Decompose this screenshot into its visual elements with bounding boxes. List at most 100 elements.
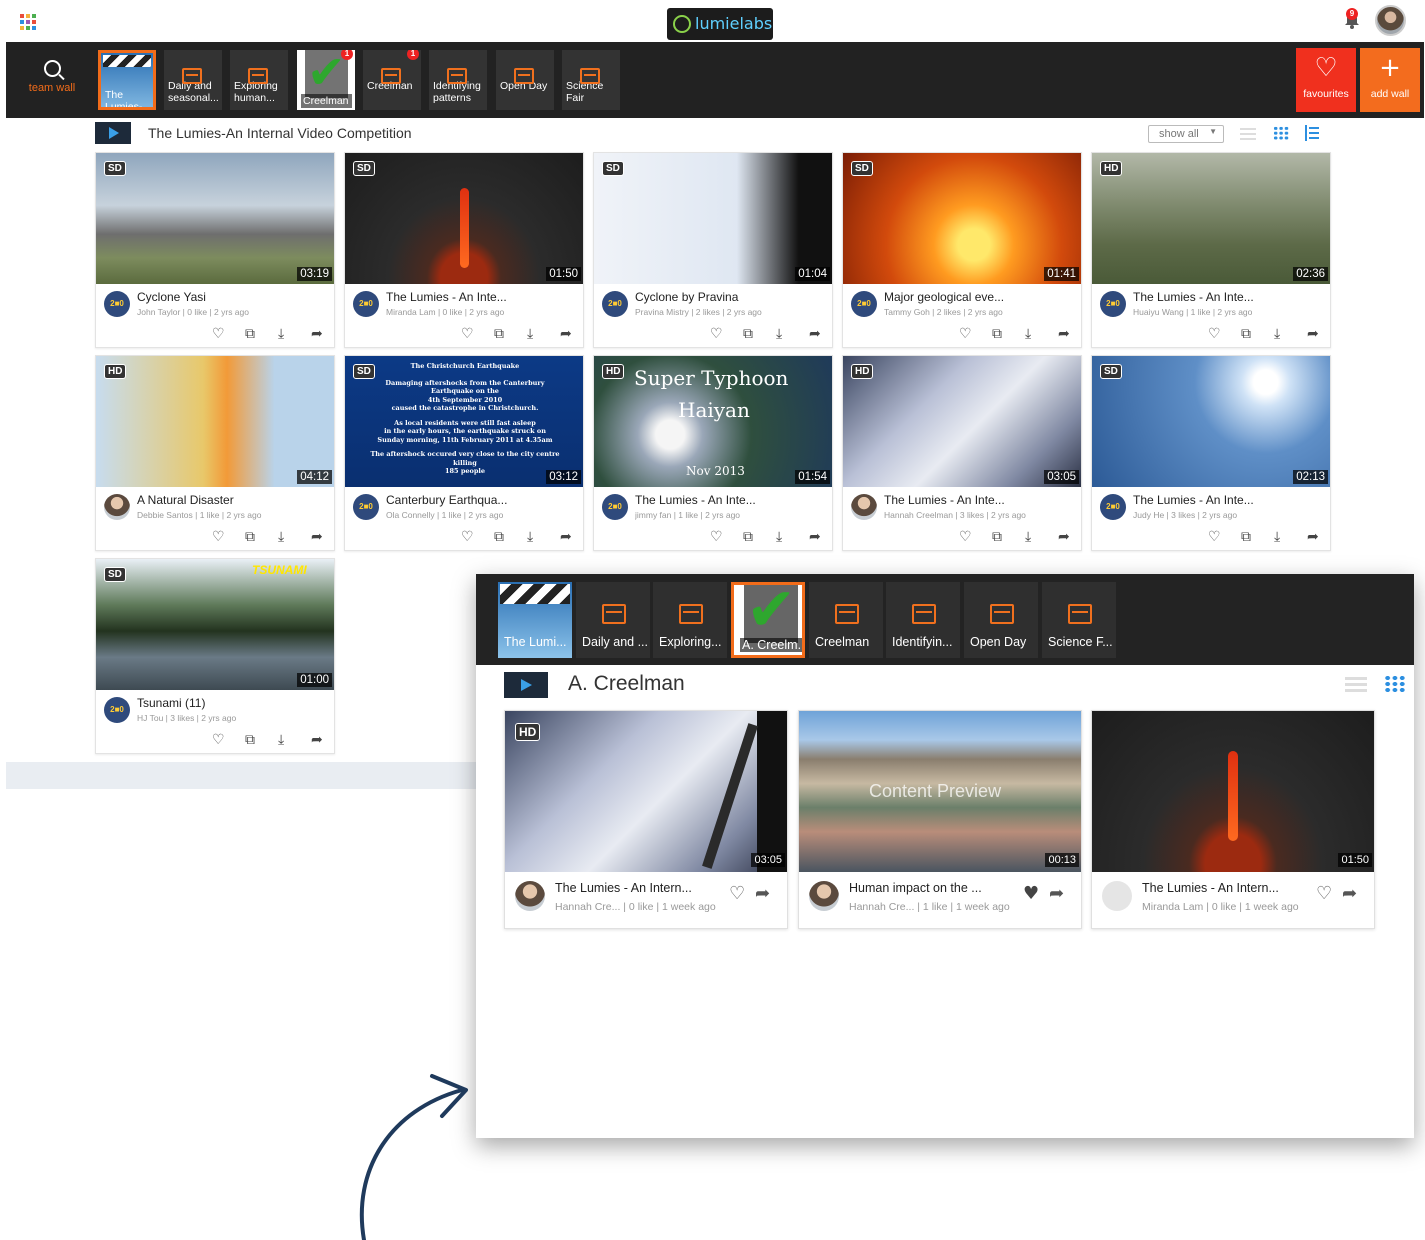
timeline-view-icon[interactable] [1305, 125, 1319, 141]
video-thumbnail[interactable] [843, 356, 1081, 487]
heart-icon[interactable]: ♡ [212, 326, 225, 342]
video-title[interactable]: Canterbury Earthqua... [386, 493, 576, 507]
wall-tile[interactable]: The Lumies-A... [98, 50, 156, 110]
wall-tile[interactable]: Daily and seasonal... [164, 50, 222, 110]
video-card[interactable]: The Christchurch Earthquake Damaging afte… [344, 355, 584, 551]
add-to-playlist-icon[interactable]: ⧉ [743, 529, 753, 545]
share-icon[interactable]: ➦ [560, 326, 572, 342]
wall-tile[interactable]: Creelman 1 [363, 50, 421, 110]
share-icon[interactable]: ➦ [809, 529, 821, 545]
download-icon[interactable]: ⤓ [776, 529, 782, 545]
wall-tile[interactable]: Daily and ... [576, 582, 650, 658]
favourites-button[interactable]: ♡ favourites [1296, 48, 1356, 112]
video-title[interactable]: The Lumies - An Intern... [555, 881, 725, 895]
share-icon[interactable]: ➦ [1058, 529, 1070, 545]
wall-tile[interactable]: Exploring human... [230, 50, 288, 110]
add-to-playlist-icon[interactable]: ⧉ [245, 732, 255, 748]
video-thumbnail[interactable] [505, 711, 787, 872]
heart-icon[interactable]: ♡ [1208, 326, 1221, 342]
heart-icon[interactable]: ♡ [212, 529, 225, 545]
download-icon[interactable]: ⤓ [1025, 326, 1031, 342]
heart-icon[interactable]: ♡ [729, 883, 745, 904]
heart-icon[interactable]: ♡ [1316, 883, 1332, 904]
video-title[interactable]: The Lumies - An Inte... [635, 493, 825, 507]
wall-tile[interactable]: ✔ Creelman 1 [297, 50, 355, 110]
wall-tile[interactable]: Identifyin... [886, 582, 960, 658]
add-to-playlist-icon[interactable]: ⧉ [1241, 529, 1251, 545]
download-icon[interactable]: ⤓ [1274, 326, 1280, 342]
add-to-playlist-icon[interactable]: ⧉ [245, 326, 255, 342]
add-to-playlist-icon[interactable]: ⧉ [992, 326, 1002, 342]
heart-icon[interactable]: ♡ [461, 326, 474, 342]
video-card[interactable]: HD 03:05 The Lumies - An Intern... Hanna… [504, 710, 788, 929]
video-card[interactable]: HD 02:36 2■0 The Lumies - An Inte... Huaiyu … [1091, 152, 1331, 348]
download-icon[interactable]: ⤓ [776, 326, 782, 342]
download-icon[interactable]: ⤓ [527, 529, 533, 545]
share-icon[interactable]: ➦ [311, 529, 323, 545]
video-thumbnail[interactable]: The Christchurch Earthquake Damaging afte… [345, 356, 583, 487]
add-to-playlist-icon[interactable]: ⧉ [992, 529, 1002, 545]
video-card[interactable]: SD 02:13 2■0 The Lumies - An Inte... Judy He… [1091, 355, 1331, 551]
share-icon[interactable]: ➦ [755, 883, 770, 904]
heart-icon[interactable]: ♡ [1208, 529, 1221, 545]
video-thumbnail[interactable] [96, 153, 334, 284]
download-icon[interactable]: ⤓ [278, 732, 284, 748]
list-view-icon[interactable] [1345, 677, 1367, 693]
heart-icon[interactable]: ♡ [710, 326, 723, 342]
wall-tile[interactable]: ✔ A. Creelm... [731, 582, 805, 658]
play-all-button[interactable] [504, 672, 548, 698]
share-icon[interactable]: ➦ [1049, 883, 1064, 904]
video-thumbnail[interactable] [1092, 711, 1374, 872]
add-to-playlist-icon[interactable]: ⧉ [494, 529, 504, 545]
wall-tile[interactable]: Open Day [496, 50, 554, 110]
download-icon[interactable]: ⤓ [1025, 529, 1031, 545]
video-card[interactable]: SD 01:04 2■0 Cyclone by Pravina Pravina Mist… [593, 152, 833, 348]
wall-tile[interactable]: Creelman [809, 582, 883, 658]
wall-tile[interactable]: Science F... [1042, 582, 1116, 658]
play-all-button[interactable] [95, 122, 131, 144]
download-icon[interactable]: ⤓ [278, 529, 284, 545]
video-card[interactable]: HD 03:05 The Lumies - An Inte... Hannah Cre… [842, 355, 1082, 551]
download-icon[interactable]: ⤓ [1274, 529, 1280, 545]
video-title[interactable]: The Lumies - An Inte... [884, 493, 1074, 507]
video-thumbnail[interactable] [843, 153, 1081, 284]
share-icon[interactable]: ➦ [1058, 326, 1070, 342]
video-title[interactable]: The Lumies - An Intern... [1142, 881, 1312, 895]
share-icon[interactable]: ➦ [1307, 326, 1319, 342]
download-icon[interactable]: ⤓ [278, 326, 284, 342]
list-view-icon[interactable] [1240, 128, 1256, 140]
add-to-playlist-icon[interactable]: ⧉ [245, 529, 255, 545]
video-thumbnail[interactable]: Super Typhoon Haiyan Nov 2013 [594, 356, 832, 487]
add-to-playlist-icon[interactable]: ⧉ [494, 326, 504, 342]
video-thumbnail[interactable] [594, 153, 832, 284]
video-card[interactable]: SD 01:50 2■0 The Lumies - An Inte... Miranda… [344, 152, 584, 348]
video-title[interactable]: Human impact on the ... [849, 881, 1019, 895]
user-avatar[interactable] [1375, 5, 1406, 36]
team-wall-button[interactable]: team wall [20, 60, 84, 94]
video-card[interactable]: Content Preview 00:13 Human impact on th… [798, 710, 1082, 929]
video-thumbnail[interactable] [1092, 356, 1330, 487]
wall-tile[interactable]: Identifying patterns [429, 50, 487, 110]
video-thumbnail[interactable] [345, 153, 583, 284]
video-thumbnail[interactable]: TSUNAMI [96, 559, 334, 690]
video-card[interactable]: TSUNAMI SD 01:00 2■0 Tsunami (11) HJ Tou | 3 … [95, 558, 335, 754]
heart-icon[interactable]: ♡ [212, 732, 225, 748]
heart-icon[interactable]: ♡ [959, 529, 972, 545]
show-all-select[interactable]: show all ▼ [1148, 125, 1224, 143]
wall-tile[interactable]: Exploring... [653, 582, 727, 658]
wall-tile[interactable]: Open Day [964, 582, 1038, 658]
video-card[interactable]: SD 01:41 2■0 Major geological eve... Tammy G… [842, 152, 1082, 348]
download-icon[interactable]: ⤓ [527, 326, 533, 342]
video-card[interactable]: Super Typhoon Haiyan Nov 2013 HD 01:54 2■0 The… [593, 355, 833, 551]
heart-icon[interactable]: ♡ [959, 326, 972, 342]
share-icon[interactable]: ➦ [1307, 529, 1319, 545]
video-title[interactable]: Cyclone by Pravina [635, 290, 825, 304]
heart-icon[interactable]: ♡ [461, 529, 474, 545]
video-card[interactable]: 01:50 The Lumies - An Intern... Miranda … [1091, 710, 1375, 929]
video-title[interactable]: Cyclone Yasi [137, 290, 327, 304]
share-icon[interactable]: ➦ [560, 529, 572, 545]
video-title[interactable]: A Natural Disaster [137, 493, 327, 507]
video-card[interactable]: SD 03:19 2■0 Cyclone Yasi John Taylor | 0 li… [95, 152, 335, 348]
video-thumbnail[interactable]: Content Preview [799, 711, 1081, 872]
share-icon[interactable]: ➦ [809, 326, 821, 342]
